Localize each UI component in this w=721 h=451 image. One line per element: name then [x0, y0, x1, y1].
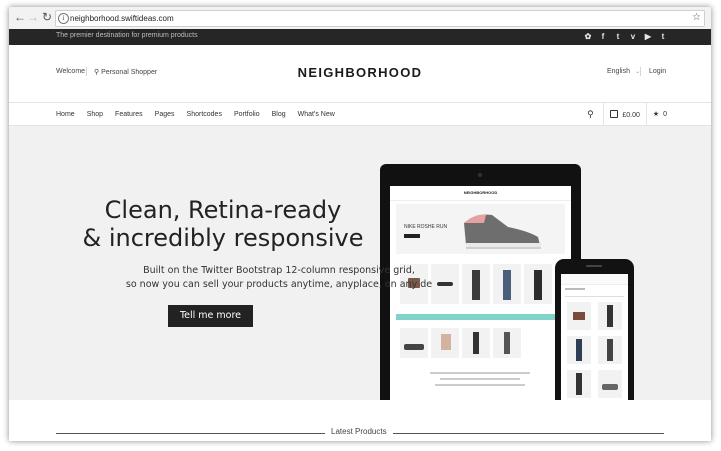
- browser-window: ← → ↻ i neighborhood.swiftideas.com ☆ Th…: [9, 7, 711, 441]
- nav-item-home[interactable]: Home: [56, 111, 75, 118]
- info-icon[interactable]: i: [58, 13, 69, 24]
- language-label: English: [607, 68, 630, 75]
- mini-product: [567, 302, 591, 330]
- mini-cta: [404, 234, 420, 238]
- mini-product: [462, 328, 490, 358]
- mini-product: [524, 264, 552, 304]
- top-bar: The premier destination for premium prod…: [9, 29, 711, 45]
- facebook-icon[interactable]: f: [598, 31, 608, 43]
- hero-slider: Clean, Retina-ready & incredibly respons…: [9, 126, 711, 400]
- mini-product: [598, 336, 622, 364]
- mini-product: [598, 370, 622, 398]
- nav-item-portfolio[interactable]: Portfolio: [234, 111, 260, 118]
- mini-logo: NEIGHBORHOOD: [463, 190, 498, 195]
- sneaker-image: [464, 214, 541, 249]
- latest-products-section: Latest Products: [9, 400, 711, 441]
- arrow-left-icon[interactable]: ←: [13, 10, 27, 24]
- divider: [603, 103, 605, 125]
- youtube-icon[interactable]: ▶: [643, 31, 653, 43]
- login-link[interactable]: Login: [649, 68, 666, 75]
- phone-speaker: [586, 265, 602, 267]
- nav-menu: Home Shop Features Pages Shortcodes Port…: [56, 103, 335, 125]
- mini-text-line: [440, 378, 520, 380]
- star-outline-icon[interactable]: ☆: [692, 11, 701, 25]
- cart-button[interactable]: £0.00: [610, 109, 640, 119]
- star-icon: ★: [652, 111, 660, 118]
- search-icon[interactable]: ⚲: [583, 109, 597, 120]
- hero-headline: Clean, Retina-ready & incredibly respons…: [9, 196, 437, 252]
- cart-total: £0.00: [622, 111, 640, 119]
- arrow-right-icon[interactable]: →: [26, 10, 40, 24]
- tagline: The premier destination for premium prod…: [56, 32, 198, 39]
- mini-banner-text: NIKE ROSHE RUN: [404, 224, 448, 230]
- hero-subtext-line2: so now you can sell your products anytim…: [125, 279, 433, 290]
- tumblr-icon[interactable]: t: [658, 31, 668, 43]
- mini-product: [493, 328, 521, 358]
- nav-actions: ⚲ £0.00 ★ 0: [583, 103, 667, 125]
- mini-banner: NIKE ROSHE RUN: [396, 204, 565, 254]
- url-text[interactable]: neighborhood.swiftideas.com: [70, 12, 174, 25]
- browser-toolbar: ← → ↻ i neighborhood.swiftideas.com ☆: [9, 7, 711, 30]
- social-links: ✿ f t v ▶ t: [583, 31, 668, 43]
- mini-product: [598, 302, 622, 330]
- language-select[interactable]: English ⌄: [607, 68, 640, 75]
- site-logo[interactable]: NEIGHBORHOOD: [9, 65, 711, 80]
- hero-headline-line2: & incredibly responsive: [82, 224, 364, 252]
- nav-item-shortcodes[interactable]: Shortcodes: [187, 111, 222, 118]
- mini-divider: [565, 296, 624, 297]
- dribbble-icon[interactable]: ✿: [583, 31, 593, 43]
- tablet-camera: [478, 173, 482, 177]
- reload-icon[interactable]: ↻: [40, 10, 54, 24]
- hero-subtext-line1: Built on the Twitter Bootstrap 12-column…: [143, 265, 415, 276]
- vimeo-icon[interactable]: v: [628, 31, 638, 43]
- tell-me-more-button[interactable]: Tell me more: [168, 305, 253, 327]
- nav-item-whats-new[interactable]: What's New: [298, 111, 335, 118]
- mini-product: [431, 328, 459, 358]
- mini-text-line: [430, 372, 530, 374]
- nav-item-shop[interactable]: Shop: [87, 111, 103, 118]
- latest-products-title: Latest Products: [325, 427, 393, 436]
- mini-product: [567, 336, 591, 364]
- wishlist-button[interactable]: ★ 0: [653, 110, 667, 118]
- mini-product: [493, 264, 521, 304]
- divider: [640, 67, 641, 76]
- mini-product: [400, 328, 428, 358]
- tablet-screen: NEIGHBORHOOD NIKE ROSHE RUN: [390, 186, 571, 400]
- mini-header: NEIGHBORHOOD: [390, 186, 571, 201]
- mini-text-line: [435, 384, 525, 386]
- nav-item-pages[interactable]: Pages: [155, 111, 175, 118]
- phone-screen: [561, 274, 628, 400]
- nav-item-features[interactable]: Features: [115, 111, 143, 118]
- divider: [645, 103, 647, 125]
- mini-header: [561, 274, 628, 285]
- hero-headline-line1: Clean, Retina-ready: [104, 196, 342, 224]
- hero-subtext: Built on the Twitter Bootstrap 12-column…: [69, 264, 489, 292]
- mini-teal-bar: [396, 314, 565, 320]
- twitter-icon[interactable]: t: [613, 31, 623, 43]
- wishlist-count: 0: [663, 111, 667, 118]
- address-bar[interactable]: i neighborhood.swiftideas.com ☆: [55, 10, 705, 27]
- phone-mockup: [555, 259, 634, 400]
- site-header: Welcome ⚲ Personal Shopper NEIGHBORHOOD E…: [9, 45, 711, 103]
- mini-product: [567, 370, 591, 398]
- main-nav: Home Shop Features Pages Shortcodes Port…: [9, 103, 711, 126]
- nav-item-blog[interactable]: Blog: [272, 111, 286, 118]
- mini-text-line: [565, 288, 585, 290]
- shopping-bag-icon: [610, 109, 619, 118]
